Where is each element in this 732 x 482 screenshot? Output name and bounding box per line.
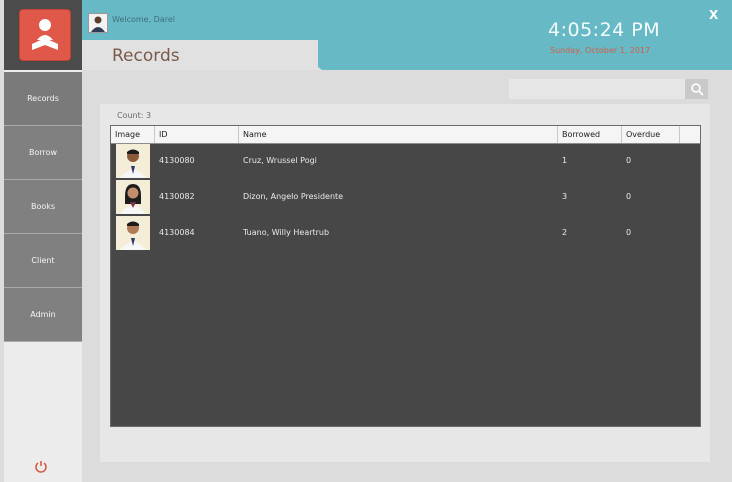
sidebar-item-label: Client [31, 256, 55, 265]
sidebar-item-records[interactable]: Records [4, 72, 82, 126]
cell-name: Tuano, Willy Heartrub [243, 228, 330, 237]
table-row[interactable]: 4130084 Tuano, Willy Heartrub 2 0 [111, 215, 700, 251]
sidebar-item-client[interactable]: Client [4, 234, 82, 288]
search-button[interactable] [685, 79, 708, 99]
app-window: Records Borrow Books Client Admin Welcom… [0, 0, 732, 482]
cell-borrowed: 2 [562, 228, 568, 237]
cell-id: 4130082 [159, 192, 195, 201]
cell-borrowed: 1 [562, 156, 568, 165]
sidebar-item-borrow[interactable]: Borrow [4, 126, 82, 180]
column-header-borrowed[interactable]: Borrowed [558, 126, 622, 143]
cell-borrowed: 3 [562, 192, 568, 201]
client-photo [116, 180, 150, 214]
client-photo [116, 216, 150, 250]
user-avatar [88, 13, 108, 33]
record-count: Count: 3 [117, 111, 152, 120]
reader-logo-icon [19, 9, 71, 61]
sidebar-item-admin[interactable]: Admin [4, 288, 82, 342]
column-header-overdue[interactable]: Overdue [622, 126, 680, 143]
sidebar-item-label: Admin [30, 310, 56, 319]
cell-overdue: 0 [626, 228, 632, 237]
table-row[interactable]: 4130082 Dizon, Angelo Presidente 3 0 [111, 179, 700, 215]
column-header-image[interactable]: Image [111, 126, 155, 143]
cell-overdue: 0 [626, 156, 632, 165]
records-table: Image ID Name Borrowed Overdue 4130080 C… [110, 125, 701, 427]
cell-overdue: 0 [626, 192, 632, 201]
sidebar-item-label: Records [27, 94, 59, 103]
cell-id: 4130080 [159, 156, 195, 165]
sidebar-item-books[interactable]: Books [4, 180, 82, 234]
cell-name: Dizon, Angelo Presidente [243, 192, 344, 201]
clock-date: Sunday, October 1, 2017 [550, 46, 651, 55]
table-row[interactable]: 4130080 Cruz, Wrussel Pogi 1 0 [111, 143, 700, 179]
page-title: Records [112, 46, 180, 66]
cell-id: 4130084 [159, 228, 195, 237]
search-input[interactable] [509, 79, 685, 99]
client-photo [116, 144, 150, 178]
close-icon[interactable]: X [709, 8, 718, 22]
column-header-id[interactable]: ID [155, 126, 239, 143]
sidebar-item-label: Borrow [28, 148, 58, 157]
column-header-name[interactable]: Name [239, 126, 558, 143]
clock-time: 4:05:24 PM [548, 19, 661, 41]
power-icon[interactable] [34, 458, 48, 473]
cell-name: Cruz, Wrussel Pogi [243, 156, 317, 165]
welcome-text: Welcome, Darel [112, 15, 175, 24]
table-header: Image ID Name Borrowed Overdue [111, 126, 700, 144]
sidebar-item-label: Books [30, 202, 56, 211]
logo-area [4, 0, 82, 70]
search-icon [690, 83, 704, 96]
